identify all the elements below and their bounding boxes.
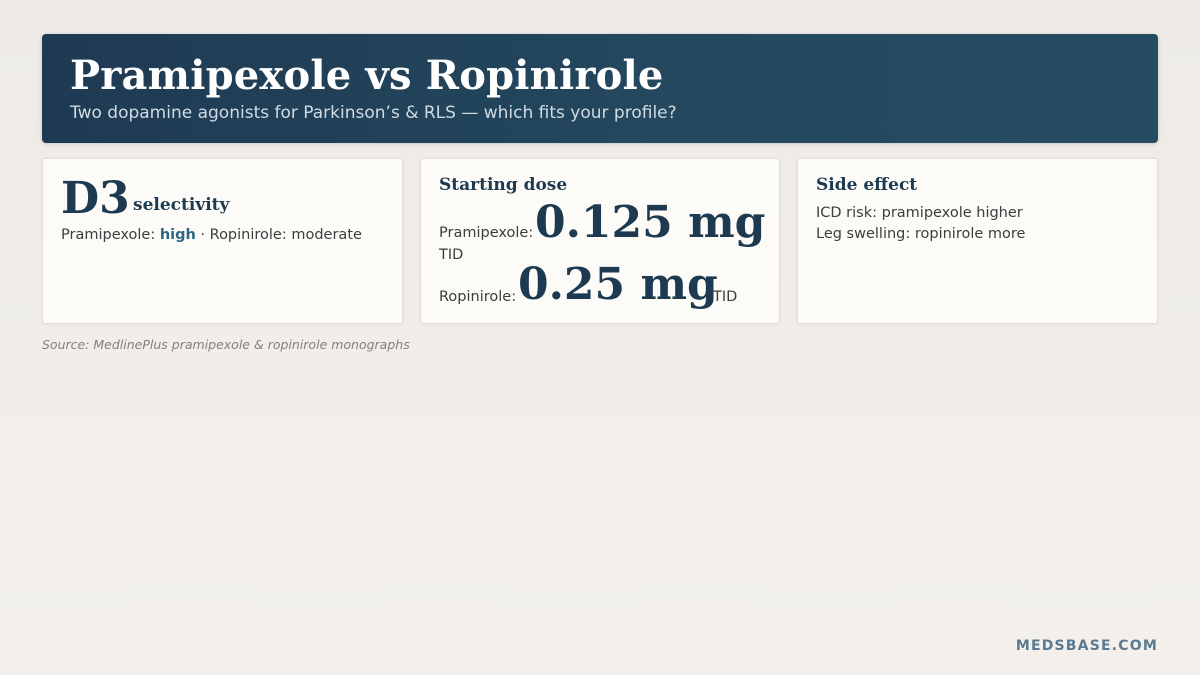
page-subtitle: Two dopamine agonists for Parkinson’s & …	[70, 103, 677, 123]
leg-swelling-line: Leg swelling: ropinirole more	[816, 226, 1026, 242]
pramipexole-dose-label: Pramipexole:	[439, 225, 534, 241]
pramipexole-dose-frequency: TID	[439, 247, 464, 263]
ropinirole-selectivity: Ropinirole: moderate	[209, 227, 362, 243]
ropinirole-dose-label: Ropinirole:	[439, 289, 517, 305]
ropinirole-dose-value: 0.25 mg	[518, 259, 718, 310]
pramipexole-dose-value: 0.125 mg	[535, 197, 766, 248]
icd-risk-line: ICD risk: pramipexole higher	[816, 205, 1023, 221]
header-banner: Pramipexole vs Ropinirole Two dopamine a…	[42, 34, 1158, 143]
brand-logo[interactable]: MEDSBASE.COM	[1016, 638, 1158, 654]
pramipexole-selectivity-label: Pramipexole:	[61, 227, 160, 243]
ropinirole-dose-frequency: TID	[713, 289, 738, 305]
starting-dose-card: Starting dose Pramipexole: 0.125 mg TID …	[420, 158, 780, 324]
selectivity-stat-unit: selectivity	[133, 195, 230, 215]
source-citation: Source: MedlinePlus pramipexole & ropini…	[42, 337, 410, 352]
side-effect-card: Side effect ICD risk: pramipexole higher…	[797, 158, 1158, 324]
selectivity-stat: D3	[61, 173, 130, 224]
selectivity-comparison: Pramipexole: high · Ropinirole: moderate	[61, 227, 362, 243]
pramipexole-selectivity-value: high	[159, 227, 196, 243]
starting-dose-heading: Starting dose	[439, 175, 568, 195]
selectivity-separator: ·	[195, 227, 210, 243]
page-title: Pramipexole vs Ropinirole	[70, 52, 664, 99]
side-effect-heading: Side effect	[816, 175, 918, 195]
selectivity-card: D3 selectivity Pramipexole: high · Ropin…	[42, 158, 403, 324]
